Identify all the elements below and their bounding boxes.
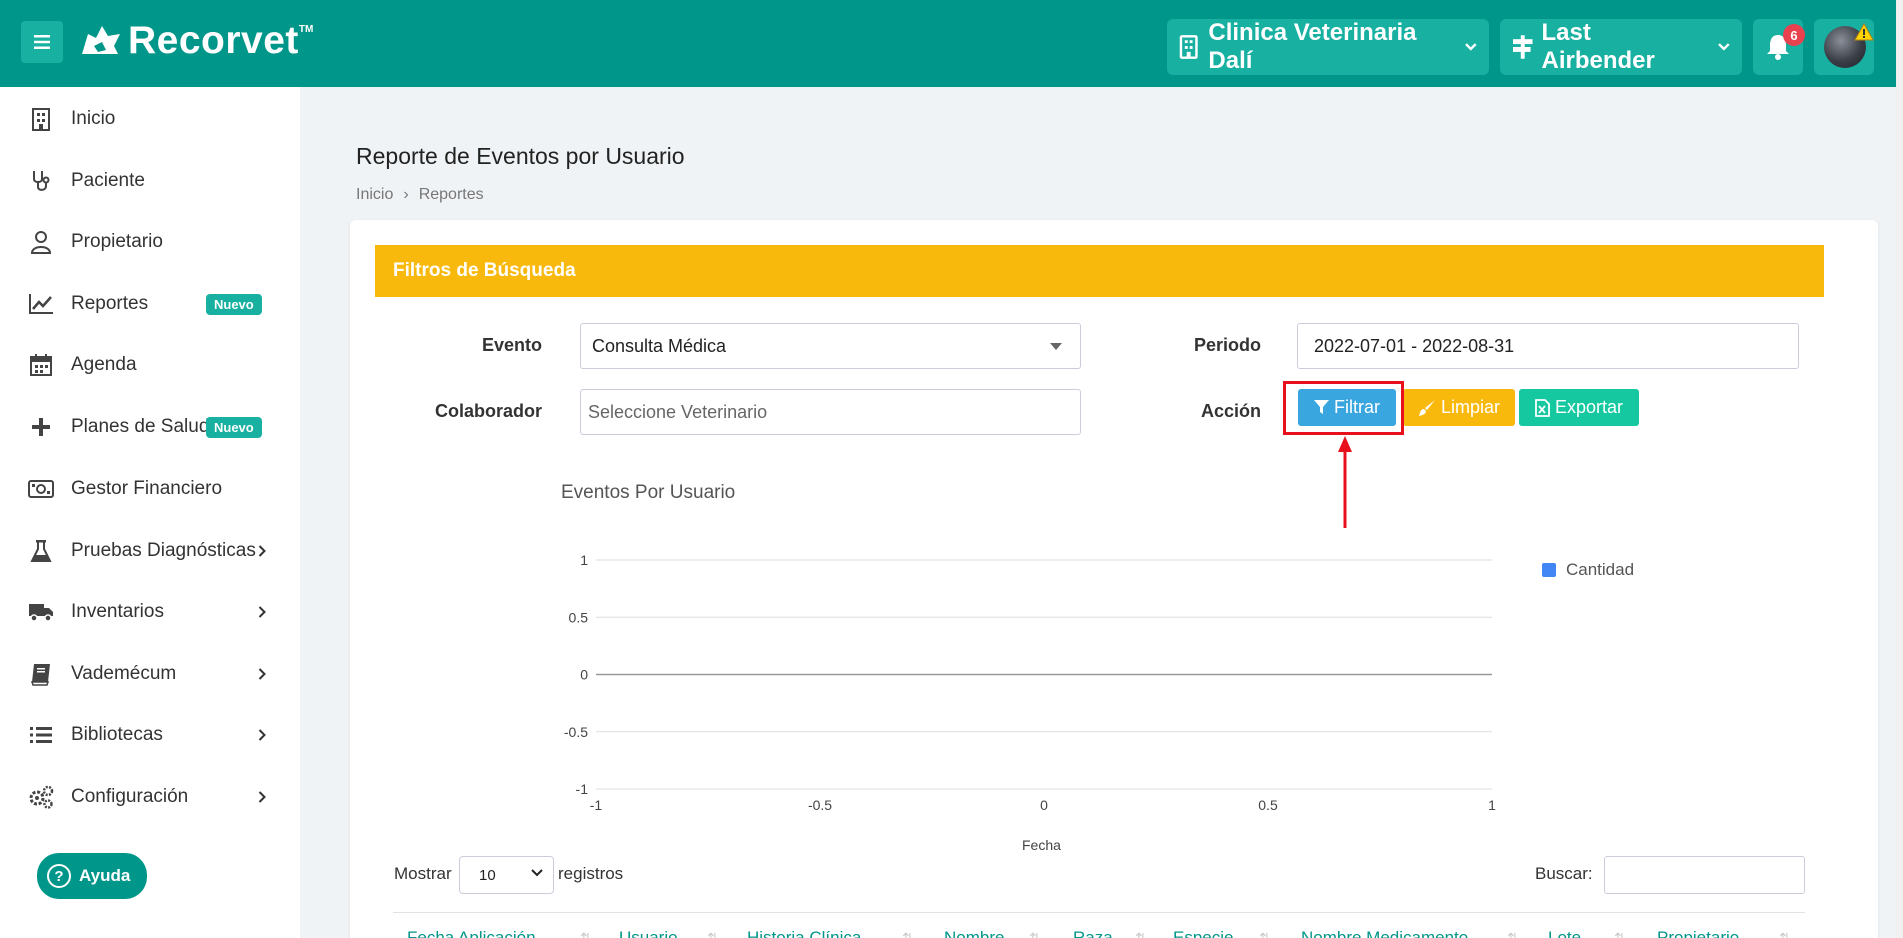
page-size-select[interactable]: 10 (459, 856, 554, 894)
column-header[interactable]: Raza (1073, 928, 1113, 938)
chevron-down-icon (531, 869, 543, 877)
x-tick-label: 0.5 (1258, 797, 1278, 813)
y-tick-label: 0 (580, 667, 588, 683)
sort-icon: ⇅ (1029, 930, 1041, 938)
table-top-divider (393, 912, 1805, 913)
column-header[interactable]: Propietario (1657, 928, 1739, 938)
events-chart: 1 0.5 0 -0.5 -1-1 -0.5 0 0.5 1 (564, 552, 1496, 813)
sort-icon: ⇅ (1614, 930, 1626, 938)
table-header-row: Fecha Aplicación ⇅ Usuario ⇅ Historia Cl… (393, 928, 1805, 938)
x-tick-label: 0 (1040, 797, 1048, 813)
sort-icon: ⇅ (902, 930, 914, 938)
column-header[interactable]: Usuario (619, 928, 678, 938)
y-tick-label: -1 (576, 781, 589, 797)
column-header[interactable]: Lote (1548, 928, 1581, 938)
sort-icon: ⇅ (1259, 930, 1271, 938)
y-tick-label: 1 (580, 552, 588, 568)
sort-icon: ⇅ (580, 930, 592, 938)
sort-icon: ⇅ (1507, 930, 1519, 938)
page-scrollbar[interactable] (1896, 0, 1903, 938)
y-tick-label: -0.5 (564, 724, 588, 740)
column-header[interactable]: Especie (1173, 928, 1233, 938)
sort-icon: ⇅ (1779, 930, 1791, 938)
table-search-input[interactable] (1604, 856, 1805, 894)
show-label: Mostrar (394, 864, 452, 883)
x-tick-label: -1 (590, 797, 603, 813)
column-header[interactable]: Nombre (944, 928, 1004, 938)
records-label: registros (558, 864, 624, 883)
sort-icon: ⇅ (707, 930, 719, 938)
column-header[interactable]: Historia Clínica (747, 928, 861, 938)
x-tick-label: -0.5 (808, 797, 832, 813)
page-size-value: 10 (479, 866, 496, 884)
column-header[interactable]: Nombre Medicamento (1301, 928, 1468, 938)
column-header[interactable]: Fecha Aplicación (407, 928, 536, 938)
x-tick-label: 1 (1488, 797, 1496, 813)
chart-x-axis-title: Fecha (1022, 837, 1061, 853)
search-label: Buscar: (1535, 864, 1593, 883)
legend-swatch (1542, 563, 1556, 577)
sort-icon: ⇅ (1135, 930, 1147, 938)
legend-label: Cantidad (1566, 560, 1635, 579)
y-tick-label: 0.5 (569, 609, 589, 625)
chart-legend: Cantidad (1542, 560, 1634, 580)
